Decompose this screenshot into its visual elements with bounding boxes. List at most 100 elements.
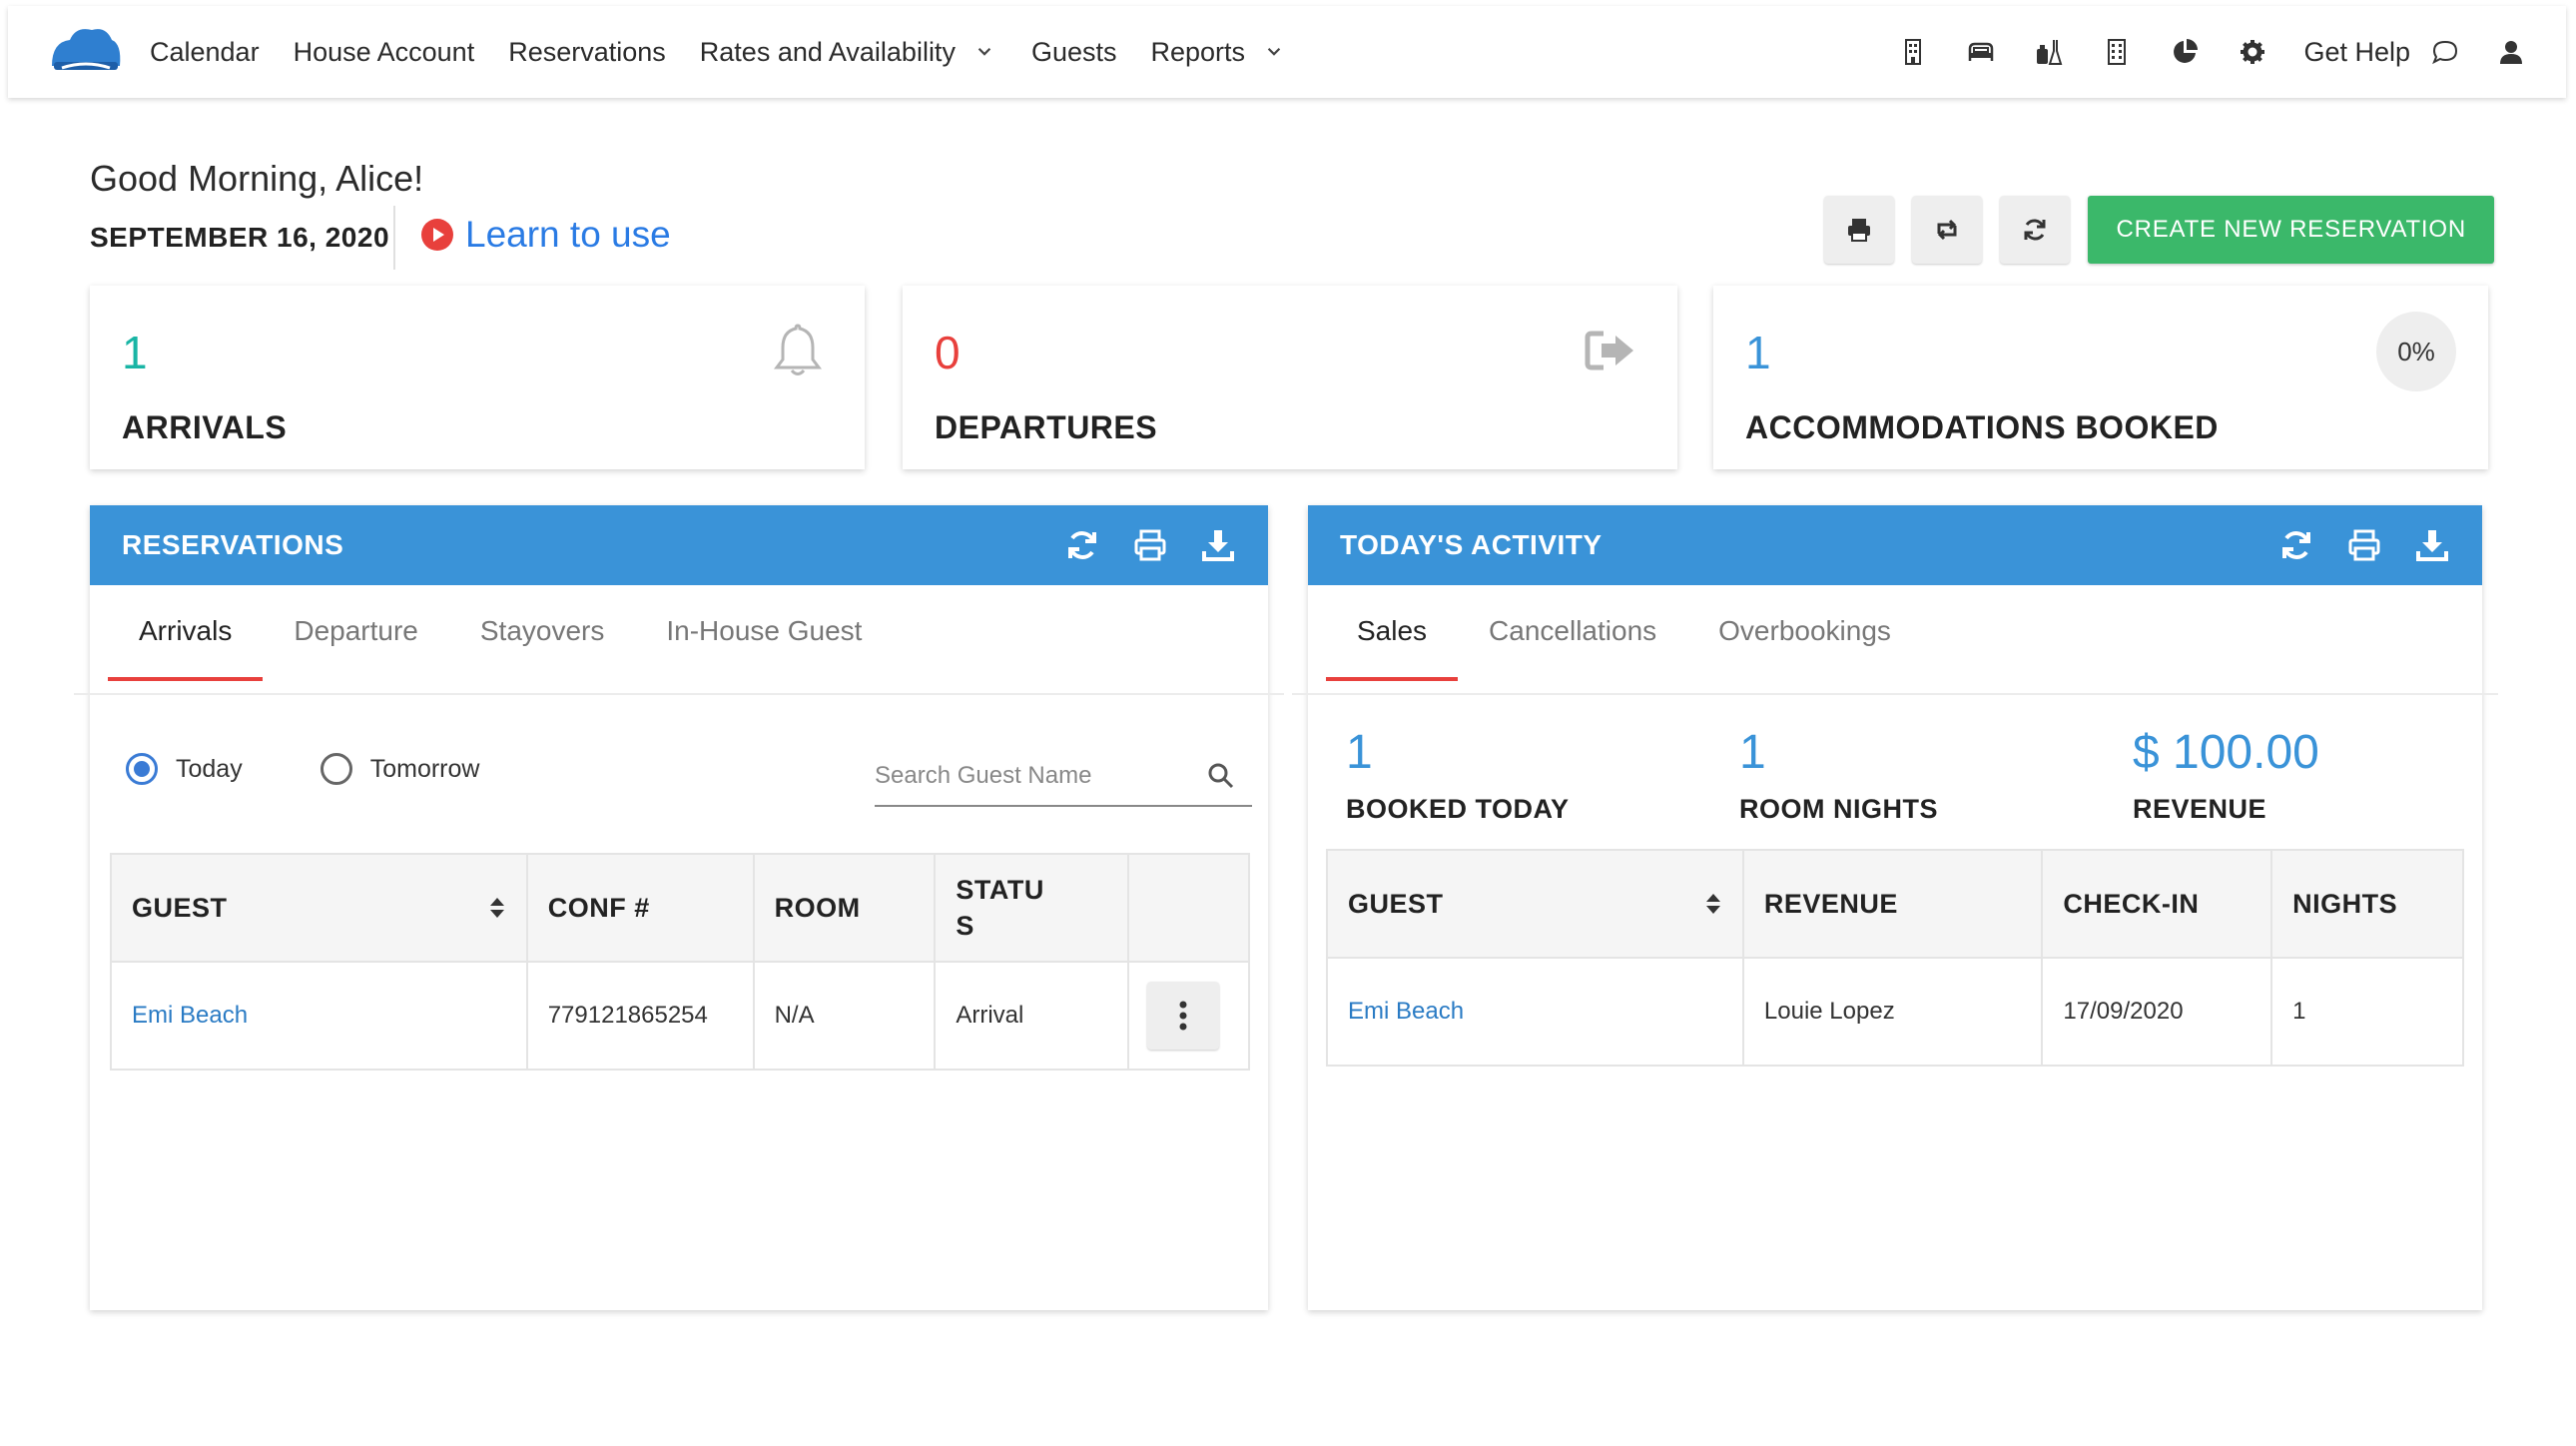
tab-in-house-guest[interactable]: In-House Guest (635, 615, 893, 681)
tab-overbookings[interactable]: Overbookings (1687, 615, 1922, 681)
swap-button[interactable] (1912, 196, 1983, 264)
tabs-divider (74, 693, 1284, 695)
metric-room-nights: 1 ROOM NIGHTS (1739, 725, 2133, 825)
col-guest[interactable]: GUEST (1326, 849, 1744, 959)
nav-calendar-label: Calendar (150, 36, 260, 67)
activity-print-button[interactable] (2344, 525, 2384, 565)
revenue-label: REVENUE (2133, 794, 2267, 824)
bed-icon[interactable] (1964, 35, 1998, 69)
chevron-down-icon (1267, 47, 1281, 56)
get-help-label: Get Help (2303, 36, 2410, 67)
download-icon (2416, 530, 2448, 561)
radio-today-label: Today (176, 754, 243, 783)
retweet-icon (1937, 219, 1957, 241)
user-icon[interactable] (2494, 35, 2528, 69)
radio-tomorrow[interactable]: Tomorrow (320, 753, 479, 785)
radio-circle (320, 753, 352, 785)
conf-number: 779121865254 (525, 961, 755, 1071)
col-nights: NIGHTS (2270, 849, 2464, 959)
activity-refresh-button[interactable] (2276, 525, 2316, 565)
accommodations-count: 1 (1745, 327, 1771, 378)
guest-search (875, 747, 1252, 807)
tab-cancellations[interactable]: Cancellations (1458, 615, 1687, 681)
logo-icon[interactable] (46, 22, 126, 82)
search-guest-input[interactable] (875, 762, 1184, 790)
nav-calendar[interactable]: Calendar (150, 37, 260, 68)
nav-house-account-label: House Account (293, 36, 475, 67)
learn-to-use-link[interactable]: Learn to use (421, 214, 671, 256)
housekeeping-icon[interactable] (2032, 35, 2066, 69)
nav-reservations[interactable]: Reservations (508, 37, 666, 68)
nav-rates-availability[interactable]: Rates and Availability (700, 37, 997, 68)
activity-header: TODAY'S ACTIVITY (1308, 505, 2482, 585)
reservations-title: RESERVATIONS (122, 529, 344, 560)
radio-circle (126, 753, 158, 785)
reservations-tabs: Arrivals Departure Stayovers In-House Gu… (108, 615, 893, 681)
row-menu-button[interactable] (1147, 982, 1220, 1050)
printer-icon (1134, 529, 1166, 561)
departures-card: 0 DEPARTURES (903, 286, 1677, 469)
main-menu: Calendar House Account Reservations Rate… (150, 6, 1321, 98)
header-actions: CREATE NEW RESERVATION (1806, 196, 2494, 264)
sign-out-icon (1585, 331, 1633, 370)
nav-right-tools: Get Help (1862, 6, 2528, 98)
refresh-icon (2282, 531, 2310, 559)
metric-revenue: $ 100.00 REVENUE (2133, 725, 2526, 825)
play-icon (421, 219, 453, 251)
nav-rates-availability-label: Rates and Availability (699, 36, 956, 67)
col-conf: CONF # (525, 853, 755, 963)
departures-label: DEPARTURES (935, 409, 1158, 445)
col-guest[interactable]: GUEST (110, 853, 528, 963)
reservations-print-button[interactable] (1130, 525, 1170, 565)
tab-departure[interactable]: Departure (263, 615, 449, 681)
guest-link[interactable]: Emi Beach (1326, 957, 1744, 1067)
building-icon[interactable] (1896, 35, 1930, 69)
sort-icon[interactable] (1704, 891, 1722, 917)
download-icon (1202, 530, 1234, 561)
nav-reports-label: Reports (1150, 36, 1246, 67)
reservations-refresh-button[interactable] (1062, 525, 1102, 565)
building-alt-icon[interactable] (2100, 35, 2134, 69)
more-vertical-icon (1179, 1001, 1187, 1031)
nights-cell: 1 (2270, 957, 2464, 1067)
sort-icon[interactable] (488, 895, 506, 921)
table-row: Emi Beach 779121865254 N/A Arrival (110, 961, 1250, 1071)
chevron-down-icon (977, 47, 991, 56)
room-nights-value: 1 (1739, 726, 1766, 779)
activity-table: GUEST REVENUE CHECK-IN NIGHTS Emi Beach … (1326, 849, 2464, 1067)
search-icon[interactable] (1206, 761, 1236, 791)
greeting-text: Good Morning, Alice! (90, 158, 424, 199)
create-reservation-button[interactable]: CREATE NEW RESERVATION (2088, 196, 2494, 264)
get-help-button[interactable]: Get Help (2303, 37, 2460, 68)
tab-arrivals[interactable]: Arrivals (108, 615, 264, 681)
revenue-value: $ 100.00 (2133, 726, 2319, 779)
table-header-row: GUEST CONF # ROOM STATU S (110, 853, 1250, 963)
bell-icon (774, 324, 822, 375)
day-filter: Today Tomorrow (126, 753, 557, 785)
col-status: STATU S (934, 853, 1130, 963)
tab-stayovers[interactable]: Stayovers (449, 615, 636, 681)
col-guest-label: GUEST (1348, 888, 1444, 919)
tab-sales[interactable]: Sales (1326, 615, 1459, 681)
reservations-header: RESERVATIONS (90, 505, 1268, 585)
departures-count: 0 (935, 327, 961, 378)
radio-today[interactable]: Today (126, 753, 243, 785)
nav-guests[interactable]: Guests (1031, 37, 1117, 68)
guest-link[interactable]: Emi Beach (110, 961, 528, 1071)
print-button[interactable] (1824, 196, 1895, 264)
arrivals-label: ARRIVALS (122, 409, 288, 445)
pie-chart-icon[interactable] (2168, 35, 2202, 69)
activity-download-button[interactable] (2412, 525, 2452, 565)
reservations-download-button[interactable] (1198, 525, 1238, 565)
activity-metrics: 1 BOOKED TODAY 1 ROOM NIGHTS $ 100.00 RE… (1346, 725, 2526, 825)
nav-guests-label: Guests (1030, 36, 1117, 67)
table-header-row: GUEST REVENUE CHECK-IN NIGHTS (1326, 849, 2464, 959)
refresh-button[interactable] (2000, 196, 2071, 264)
nav-reservations-label: Reservations (508, 36, 666, 67)
nav-house-account[interactable]: House Account (294, 37, 475, 68)
reservations-table: GUEST CONF # ROOM STATU S Emi Beach 7791… (110, 853, 1250, 1071)
arrivals-count: 1 (122, 327, 148, 378)
gear-icon[interactable] (2236, 35, 2269, 69)
nav-reports[interactable]: Reports (1151, 37, 1288, 68)
col-actions (1127, 853, 1250, 963)
